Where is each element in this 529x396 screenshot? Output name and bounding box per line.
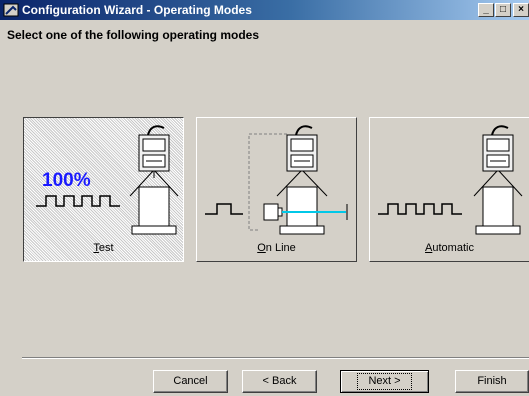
- window-title: Configuration Wizard - Operating Modes: [22, 3, 252, 17]
- reader-device-icon: [138, 125, 170, 172]
- next-button[interactable]: Next >: [340, 370, 429, 393]
- title-bar: Configuration Wizard - Operating Modes _…: [0, 0, 529, 20]
- button-separator: [22, 357, 529, 359]
- maximize-icon[interactable]: □: [495, 3, 511, 17]
- cancel-button[interactable]: Cancel: [153, 370, 228, 393]
- mode-test-label: Test: [93, 242, 114, 254]
- mode-automatic-label: Automatic: [425, 242, 474, 254]
- mode-online-label: On Line: [257, 242, 296, 254]
- pulse-train-icon: [36, 195, 120, 207]
- page-heading: Select one of the following operating mo…: [7, 28, 260, 42]
- reader-device-icon: [286, 125, 318, 172]
- percent-label: 100%: [42, 170, 91, 191]
- target-box-icon: [131, 186, 177, 235]
- back-button[interactable]: < Back: [242, 370, 317, 393]
- close-icon[interactable]: ×: [513, 3, 529, 17]
- mode-test-button[interactable]: 100% Test: [23, 117, 184, 262]
- mode-online-button[interactable]: On Line: [196, 117, 357, 262]
- target-box-icon: [279, 186, 325, 235]
- target-box-icon: [475, 186, 521, 235]
- pulse-icon: [205, 203, 243, 215]
- pulse-train-icon: [378, 203, 462, 215]
- mode-automatic-button[interactable]: Automatic: [369, 117, 529, 262]
- reader-device-icon: [482, 125, 514, 172]
- wizard-app-icon: [3, 3, 19, 17]
- finish-button[interactable]: Finish: [455, 370, 529, 393]
- minimize-icon[interactable]: _: [478, 3, 494, 17]
